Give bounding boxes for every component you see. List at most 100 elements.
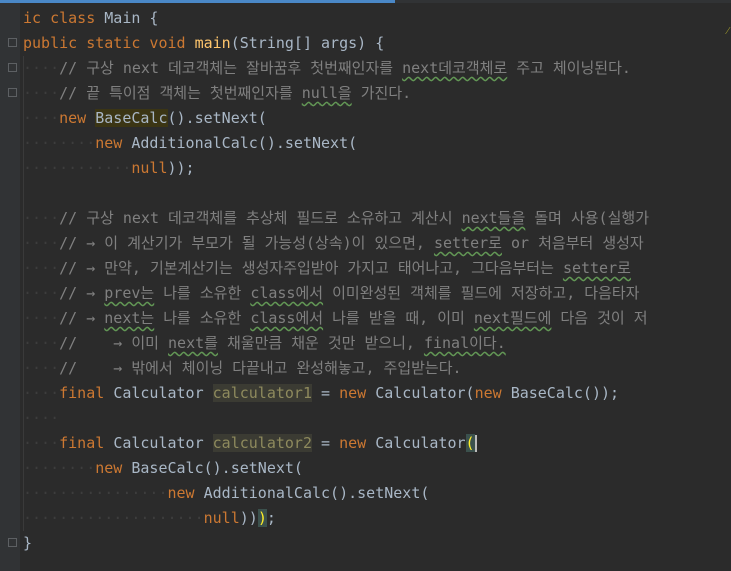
code-token: 이미완성된 객체를 필드에 저장하고, 다음타자 (323, 284, 640, 302)
indent-whitespace: ···· (23, 234, 60, 252)
code-token: final (59, 384, 114, 402)
code-token: or 처음부터 생성자 (501, 234, 644, 252)
code-token: Calculator (375, 434, 466, 452)
code-line[interactable]: ···· (23, 406, 59, 431)
code-token: ( (465, 434, 475, 452)
indent-whitespace: ········ (23, 134, 96, 152)
indent-guide (23, 56, 24, 531)
text-caret (474, 435, 477, 452)
indent-whitespace: ···················· (23, 509, 204, 527)
indent-whitespace: ···· (23, 334, 60, 352)
code-token: // 구상 next 데코객체를 추상체 필드로 소유하고 계산시 (59, 209, 462, 227)
code-token: final (59, 434, 114, 452)
code-token: null을 (301, 84, 352, 102)
code-token: 나를 소유한 (154, 284, 251, 302)
indent-whitespace: ················ (23, 484, 168, 502)
code-line[interactable]: ····// → 이미 next를 채울만큼 채운 것만 받으니, final이… (23, 331, 506, 356)
indent-whitespace: ········ (23, 459, 96, 477)
code-line[interactable]: } (23, 531, 32, 556)
code-token: 채울만큼 채운 것만 받으니, (217, 334, 424, 352)
code-line[interactable]: ····// → prev는 나를 소유한 class에서 이미완성된 객체를 … (23, 281, 639, 306)
code-line[interactable]: ····// 구상 next 데코객체를 추상체 필드로 소유하고 계산시 ne… (23, 206, 649, 231)
code-token: new (95, 459, 132, 477)
code-token: // 구상 next 데코객체는 잘바꿈후 첫번째인자를 (59, 59, 403, 77)
code-token: // → (59, 284, 105, 302)
code-token: BaseCalc()); (510, 384, 620, 402)
fold-marker-icon[interactable] (8, 88, 17, 97)
code-line[interactable]: ····················null))); (23, 506, 276, 531)
code-line[interactable]: ····// → next는 나를 소유한 class에서 나를 받을 때, 이… (23, 306, 648, 331)
code-token: Calculator( (375, 384, 475, 402)
code-editor[interactable]: ic class Main {public static void main(S… (23, 3, 731, 571)
code-token: Main { (104, 9, 159, 27)
editor-gutter[interactable] (0, 3, 20, 571)
code-token: new (59, 109, 96, 127)
code-token: BaseCalc (95, 109, 168, 127)
code-token: 다음 것이 저 (551, 309, 648, 327)
code-line[interactable]: public static void main(String[] args) { (23, 31, 384, 56)
code-token: 주고 체이닝된다. (507, 59, 631, 77)
code-line[interactable]: ········new AdditionalCalc().setNext( (23, 131, 357, 156)
code-token: )); (167, 159, 195, 177)
indent-whitespace: ···· (23, 259, 60, 277)
code-token: // → (59, 309, 105, 327)
code-token: ic class (23, 9, 105, 27)
code-line[interactable]: ····// → 만약, 기본계산기는 생성자주입받아 가지고 태어나고, 그다… (23, 256, 631, 281)
code-token: // → 만약, 기본계산기는 생성자주입받아 가지고 태어나고, 그다음부터는 (59, 259, 563, 277)
code-token: 나를 받을 때, 이미 (323, 309, 474, 327)
fold-marker-icon[interactable] (8, 38, 17, 47)
code-line[interactable]: ····final Calculator calculator2 = new C… (23, 431, 477, 456)
fold-marker-icon[interactable] (8, 538, 17, 547)
code-token: setter로 (433, 234, 502, 252)
code-token: calculator1 (212, 384, 312, 402)
code-token: main (194, 34, 231, 52)
code-line[interactable]: ic class Main { (23, 6, 158, 31)
code-token: next를 (168, 334, 218, 352)
indent-whitespace: ···· (23, 359, 60, 377)
code-token: final이다. (423, 334, 506, 352)
warning-stripe-icon[interactable]: ⁄ (727, 26, 731, 37)
code-token: AdditionalCalc().setNext( (203, 484, 430, 502)
code-token: new (167, 484, 204, 502)
code-token: )) (239, 509, 258, 527)
code-token: new (474, 384, 511, 402)
indent-whitespace: ···· (23, 309, 60, 327)
code-token: ().setNext( (167, 109, 267, 127)
indent-whitespace: ············ (23, 159, 132, 177)
code-token: calculator2 (212, 434, 312, 452)
fold-marker-icon[interactable] (8, 63, 17, 72)
code-token: null (131, 159, 168, 177)
code-token: next필드에 (473, 309, 552, 327)
code-line[interactable]: ····// 끝 특이점 객체는 첫번째인자를 null을 가진다. (23, 81, 411, 106)
code-line[interactable]: ····final Calculator calculator1 = new C… (23, 381, 619, 406)
code-token: AdditionalCalc().setNext( (131, 134, 358, 152)
code-line[interactable]: ····new BaseCalc().setNext( (23, 106, 267, 131)
code-token: // → 밖에서 체이닝 다끝내고 완성해놓고, 주입받는다. (59, 359, 462, 377)
code-token: Calculator (113, 384, 213, 402)
code-token: = (312, 384, 340, 402)
code-token: class에서 (250, 284, 324, 302)
code-token: ; (266, 509, 276, 527)
indent-whitespace: ···· (23, 284, 60, 302)
code-token: next는 (104, 309, 155, 327)
code-line[interactable]: ····// → 이 계산기가 부모가 될 가능성(상속)이 있으면, sett… (23, 231, 644, 256)
indent-whitespace: ···· (23, 409, 60, 427)
code-token: class에서 (250, 309, 324, 327)
code-token: new (95, 134, 132, 152)
code-line[interactable]: ····// 구상 next 데코객체는 잘바꿈후 첫번째인자를 next데코객… (23, 56, 631, 81)
code-token: new (339, 434, 376, 452)
indent-whitespace: ···· (23, 434, 60, 452)
code-line[interactable]: ········new BaseCalc().setNext( (23, 456, 303, 481)
code-line[interactable]: ············null)); (23, 156, 195, 181)
code-token: // → 이 계산기가 부모가 될 가능성(상속)이 있으면, (59, 234, 434, 252)
indent-whitespace: ···· (23, 209, 60, 227)
code-line[interactable]: ····// → 밖에서 체이닝 다끝내고 완성해놓고, 주입받는다. (23, 356, 462, 381)
indent-whitespace: ···· (23, 109, 60, 127)
code-token: 가진다. (351, 84, 412, 102)
indent-whitespace: ···· (23, 59, 60, 77)
code-token: ) (257, 509, 267, 527)
code-token: 돌며 사용(실행가 (525, 209, 649, 227)
code-line[interactable]: ················new AdditionalCalc().set… (23, 481, 429, 506)
code-token: setter로 (562, 259, 631, 277)
code-token: next데코객체로 (402, 59, 508, 77)
